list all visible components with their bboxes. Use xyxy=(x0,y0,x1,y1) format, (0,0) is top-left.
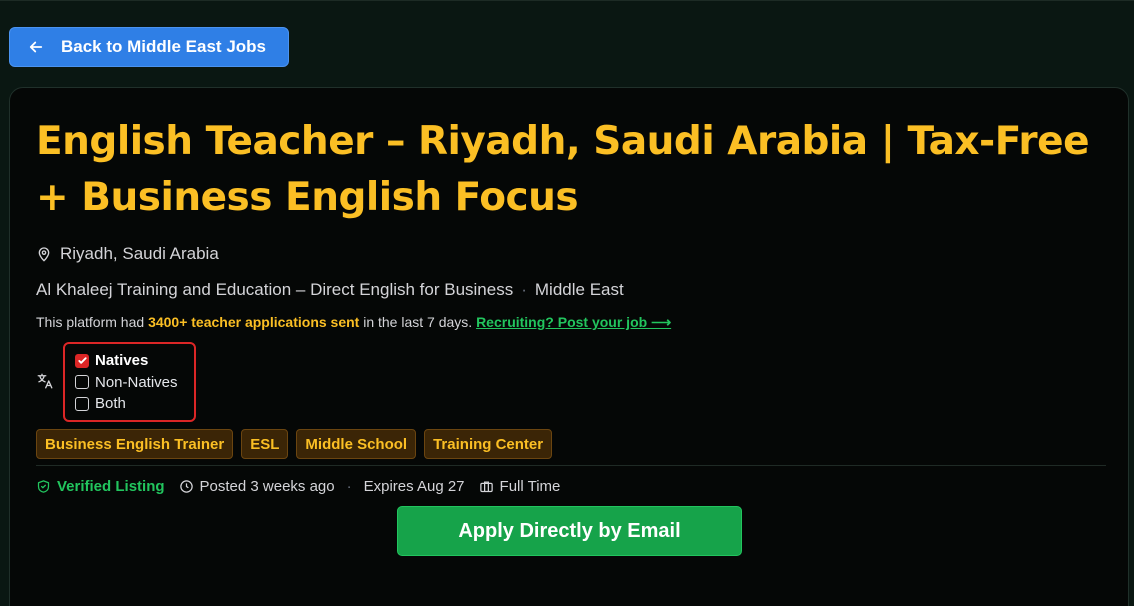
page: Back to Middle East Jobs English Teacher… xyxy=(0,0,1134,606)
checkbox-icon[interactable] xyxy=(75,396,89,411)
company-line: Al Khaleej Training and Education – Dire… xyxy=(36,280,624,300)
shield-check-icon xyxy=(37,480,50,493)
back-button[interactable]: Back to Middle East Jobs xyxy=(9,27,289,67)
tag[interactable]: Middle School xyxy=(296,429,417,459)
checkbox-icon[interactable] xyxy=(75,375,89,390)
job-type: Full Time xyxy=(479,478,561,495)
tag-list: Business English Trainer ESL Middle Scho… xyxy=(36,429,553,459)
posted-text: Posted 3 weeks ago xyxy=(199,478,335,495)
option-label: Natives xyxy=(95,352,149,370)
apply-button[interactable]: Apply Directly by Email xyxy=(397,506,742,556)
expires-date: Expires Aug 27 xyxy=(364,478,465,495)
arrow-left-icon xyxy=(29,41,43,53)
clock-icon xyxy=(179,480,193,493)
post-job-link[interactable]: Recruiting? Post your job ⟶ xyxy=(476,314,671,330)
separator: · xyxy=(521,280,527,299)
option-natives[interactable]: Natives xyxy=(75,350,184,372)
back-button-label: Back to Middle East Jobs xyxy=(61,37,266,56)
job-type-text: Full Time xyxy=(499,478,561,495)
translate-icon xyxy=(37,373,53,389)
divider xyxy=(36,465,1106,466)
job-title: English Teacher – Riyadh, Saudi Arabia |… xyxy=(36,119,1090,220)
stats-highlight: 3400+ teacher applications sent xyxy=(148,314,360,330)
map-pin-icon xyxy=(38,247,50,262)
region-text: Middle East xyxy=(534,280,624,299)
verified-text: Verified Listing xyxy=(57,478,165,495)
option-label: Non-Natives xyxy=(95,373,178,391)
stats-suffix: in the last 7 days. xyxy=(359,314,477,330)
posted-date: Posted 3 weeks ago xyxy=(179,478,335,495)
job-location: Riyadh, Saudi Arabia xyxy=(36,244,219,264)
tag[interactable]: Business English Trainer xyxy=(36,429,234,459)
separator: · xyxy=(346,478,352,495)
language-filter: Natives Non-Natives Both xyxy=(63,342,196,422)
company-name: Al Khaleej Training and Education – Dire… xyxy=(36,280,514,299)
briefcase-icon xyxy=(479,481,493,493)
tag[interactable]: Training Center xyxy=(424,429,553,459)
option-non-natives[interactable]: Non-Natives xyxy=(75,372,184,394)
option-label: Both xyxy=(95,395,126,413)
expires-text: Expires Aug 27 xyxy=(363,478,465,495)
location-text: Riyadh, Saudi Arabia xyxy=(60,244,219,263)
tag[interactable]: ESL xyxy=(241,429,289,459)
option-both[interactable]: Both xyxy=(75,393,184,415)
verified-badge: Verified Listing xyxy=(36,478,165,495)
job-meta: Verified Listing Posted 3 weeks ago · Ex… xyxy=(36,478,560,495)
platform-stats: This platform had 3400+ teacher applicat… xyxy=(36,314,671,331)
job-card: English Teacher – Riyadh, Saudi Arabia |… xyxy=(9,87,1129,606)
stats-prefix: This platform had xyxy=(36,314,149,330)
checkbox-checked-icon[interactable] xyxy=(75,353,89,368)
